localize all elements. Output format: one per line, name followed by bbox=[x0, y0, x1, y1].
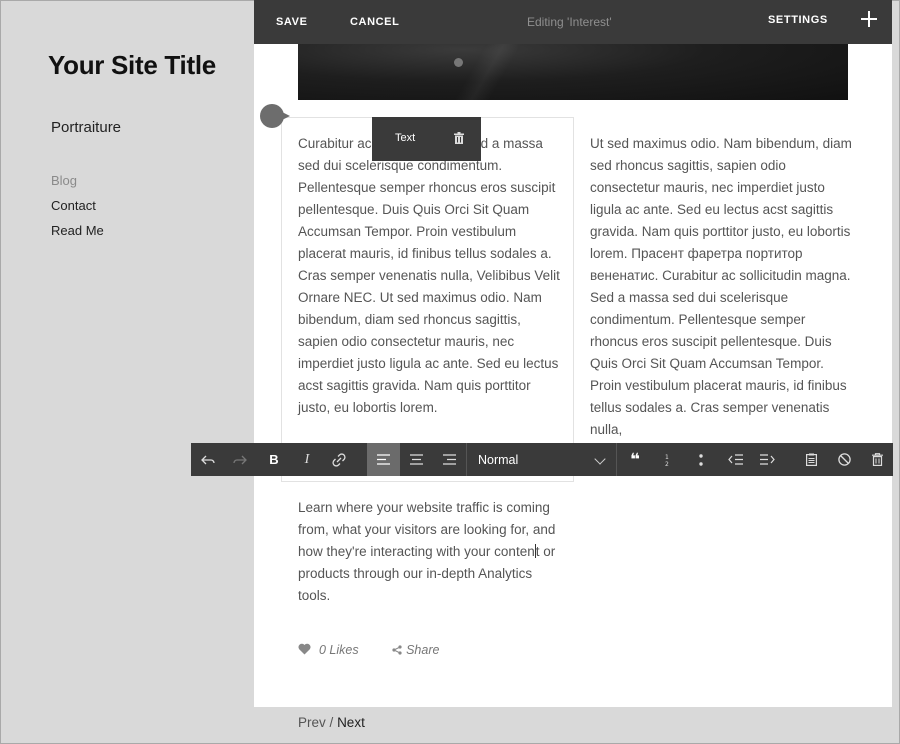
hero-image bbox=[298, 44, 848, 100]
italic-button[interactable]: I bbox=[296, 443, 318, 476]
toolbar-divider bbox=[616, 443, 617, 476]
left-text-body: na. Sed a massa sed dui scelerisque cond… bbox=[298, 136, 560, 415]
text-style-value: Normal bbox=[478, 452, 519, 467]
add-block-icon[interactable] bbox=[860, 9, 878, 27]
redo-icon[interactable] bbox=[229, 443, 251, 476]
settings-button[interactable]: SETTINGS bbox=[768, 14, 828, 26]
next-link[interactable]: Next bbox=[337, 715, 365, 730]
text-block-right[interactable]: Ut sed maximus odio. Nam bibendum, diam … bbox=[590, 133, 852, 441]
text-block-left[interactable]: Curabitur ac na. Sed a massa sed dui scel… bbox=[298, 133, 562, 419]
align-left-button[interactable] bbox=[367, 443, 400, 476]
editing-status: Editing 'Interest' bbox=[527, 15, 612, 29]
post-meta: 0 Likes Share bbox=[298, 643, 455, 657]
hero-image-fold bbox=[418, 44, 558, 100]
outdent-icon[interactable] bbox=[724, 443, 746, 476]
block-type-popup: Text bbox=[372, 117, 481, 161]
undo-icon[interactable] bbox=[197, 443, 219, 476]
trash-icon[interactable] bbox=[454, 132, 464, 144]
site-title[interactable]: Your Site Title bbox=[48, 50, 216, 81]
nav-item-contact[interactable]: Contact bbox=[51, 193, 104, 218]
share-button[interactable]: Share bbox=[392, 643, 447, 657]
text-style-select[interactable]: Normal bbox=[466, 443, 616, 476]
prev-link[interactable]: Prev bbox=[298, 715, 326, 730]
hero-image-detail bbox=[454, 58, 463, 67]
pager-separator: / bbox=[329, 715, 334, 730]
sidebar-nav: Blog Contact Read Me bbox=[51, 168, 104, 243]
likes-count: 0 Likes bbox=[319, 643, 359, 657]
formatting-toolbar: B I Normal ❝ 12 bbox=[191, 443, 893, 476]
nav-section-portraiture[interactable]: Portraiture bbox=[51, 119, 121, 136]
chevron-down-icon bbox=[594, 453, 606, 465]
numbered-list-icon[interactable]: 12 bbox=[656, 443, 678, 476]
delete-block-icon[interactable] bbox=[866, 443, 888, 476]
align-center-button[interactable] bbox=[400, 443, 433, 476]
share-icon bbox=[392, 645, 402, 655]
paragraph-text-before-cursor: Learn where your website traffic is comi… bbox=[298, 500, 556, 559]
bullet-list-icon[interactable] bbox=[690, 443, 712, 476]
drag-handle-icon[interactable] bbox=[260, 104, 290, 128]
bold-button[interactable]: B bbox=[263, 443, 285, 476]
like-button[interactable]: 0 Likes bbox=[298, 643, 370, 657]
save-button[interactable]: SAVE bbox=[276, 16, 308, 28]
blockquote-icon[interactable]: ❝ bbox=[624, 443, 646, 476]
align-right-button[interactable] bbox=[433, 443, 466, 476]
indent-icon[interactable] bbox=[756, 443, 778, 476]
paste-clipboard-icon[interactable] bbox=[800, 443, 822, 476]
svg-text:2: 2 bbox=[665, 461, 669, 467]
analytics-paragraph[interactable]: Learn where your website traffic is comi… bbox=[298, 497, 562, 607]
left-text-start: Curabitur ac bbox=[298, 136, 372, 151]
editor-top-bar: SAVE CANCEL Editing 'Interest' SETTINGS bbox=[254, 0, 892, 44]
nav-item-read-me[interactable]: Read Me bbox=[51, 218, 104, 243]
pagination: Prev / Next bbox=[298, 715, 365, 730]
cancel-button[interactable]: CANCEL bbox=[350, 16, 399, 28]
heart-icon bbox=[298, 643, 311, 655]
link-icon[interactable] bbox=[328, 443, 350, 476]
nav-item-blog[interactable]: Blog bbox=[51, 168, 104, 193]
share-label: Share bbox=[406, 643, 440, 657]
block-type-label: Text bbox=[395, 132, 416, 144]
clear-format-icon[interactable] bbox=[833, 443, 855, 476]
svg-text:1: 1 bbox=[665, 454, 669, 461]
